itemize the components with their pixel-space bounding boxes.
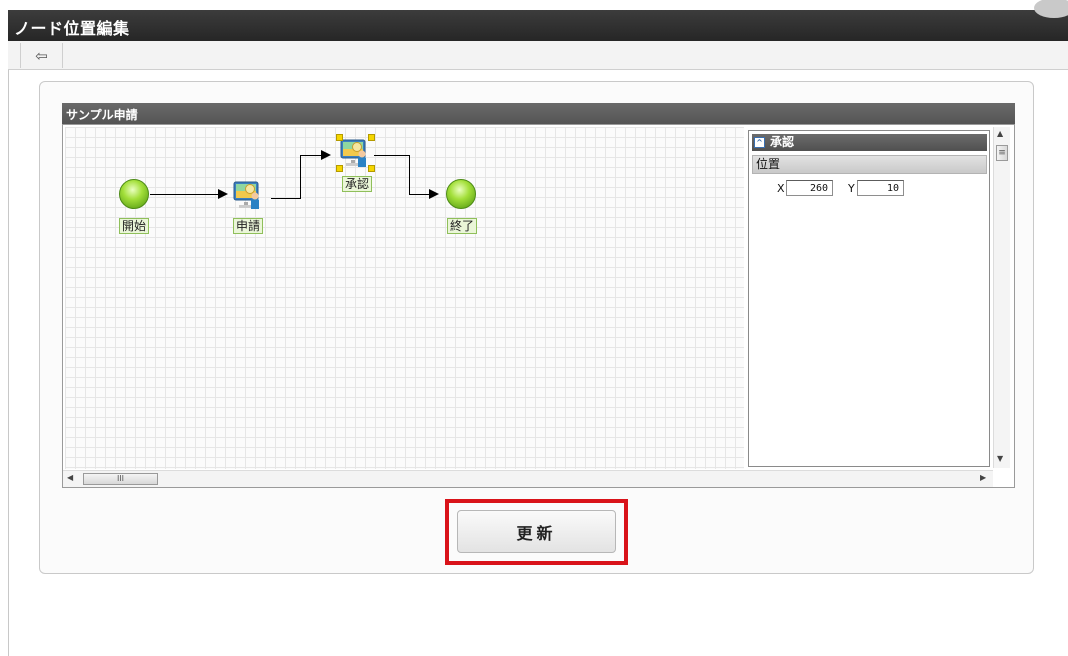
edge-apply-approve-h1 bbox=[271, 198, 301, 199]
back-button[interactable]: ⇦ bbox=[20, 43, 63, 68]
position-section-header: 位置 bbox=[752, 155, 987, 174]
back-arrow-icon: ⇦ bbox=[35, 46, 48, 65]
horizontal-scroll-thumb[interactable]: III bbox=[83, 473, 158, 485]
scroll-right-icon[interactable]: ▶ bbox=[980, 473, 986, 482]
update-button[interactable]: 更新 bbox=[457, 510, 616, 553]
y-label: Y bbox=[848, 182, 855, 195]
apply-task-icon[interactable] bbox=[233, 180, 263, 210]
selection-handle[interactable] bbox=[336, 165, 343, 172]
title-bar: ノード位置編集 bbox=[8, 0, 1068, 41]
vertical-scroll-thumb[interactable]: ≡ bbox=[996, 145, 1008, 161]
edge-arrowhead bbox=[321, 150, 331, 160]
x-position-input[interactable] bbox=[786, 180, 833, 196]
properties-node-title: 承認 bbox=[770, 135, 795, 149]
end-node[interactable] bbox=[446, 179, 476, 209]
edge-start-apply bbox=[150, 194, 219, 195]
toolbar: ⇦ bbox=[8, 41, 1068, 70]
edge-arrowhead bbox=[429, 189, 439, 199]
edge-approve-end-h1 bbox=[374, 155, 409, 156]
y-position-input[interactable] bbox=[857, 180, 904, 196]
approve-node-label: 承認 bbox=[342, 176, 373, 192]
x-label: X bbox=[777, 182, 785, 195]
selection-handle[interactable] bbox=[368, 134, 375, 141]
window-title: ノード位置編集 bbox=[14, 19, 130, 38]
page-left-border bbox=[8, 70, 9, 656]
start-node-label: 開始 bbox=[119, 218, 150, 234]
properties-header[interactable]: ^ 承認 bbox=[752, 134, 987, 151]
properties-panel: ^ 承認 位置 X Y bbox=[748, 130, 990, 467]
start-node[interactable] bbox=[119, 179, 149, 209]
window-corner-decoration bbox=[1034, 0, 1068, 18]
edge-arrowhead bbox=[218, 189, 228, 199]
approve-task-icon[interactable] bbox=[340, 138, 370, 168]
apply-node-label: 申請 bbox=[233, 218, 264, 234]
scroll-up-icon[interactable]: ▲ bbox=[997, 129, 1003, 138]
vertical-scrollbar[interactable]: ▲ ≡ ▼ bbox=[993, 127, 1010, 468]
scroll-down-icon[interactable]: ▼ bbox=[997, 454, 1003, 463]
end-node-label: 終了 bbox=[447, 218, 478, 234]
edge-apply-approve-h2 bbox=[300, 155, 322, 156]
horizontal-scrollbar[interactable]: ◀ III ▶ bbox=[63, 470, 993, 487]
flow-canvas[interactable]: 開始 申請 承認 終了 bbox=[65, 127, 744, 469]
edge-approve-end-h2 bbox=[409, 194, 430, 195]
collapse-icon[interactable]: ^ bbox=[754, 137, 765, 148]
edge-apply-approve-v bbox=[300, 155, 301, 199]
selection-handle[interactable] bbox=[336, 134, 343, 141]
edge-approve-end-v bbox=[409, 155, 410, 195]
scroll-left-icon[interactable]: ◀ bbox=[67, 473, 73, 482]
flow-name-header: サンプル申請 bbox=[62, 103, 1015, 124]
selection-handle[interactable] bbox=[368, 165, 375, 172]
